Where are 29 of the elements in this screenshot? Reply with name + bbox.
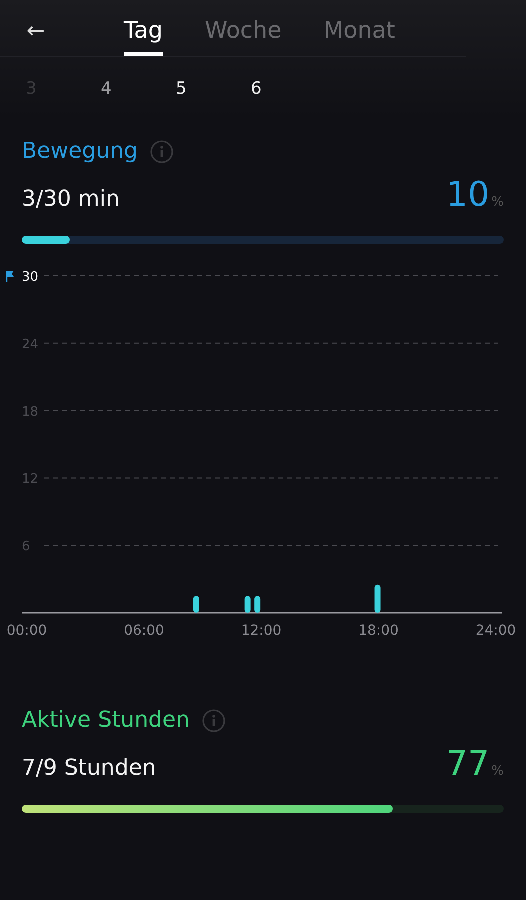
- axis-label: 12: [22, 472, 39, 488]
- percent-unit: %: [492, 195, 504, 210]
- back-button[interactable]: ←: [0, 6, 72, 56]
- activity-bar: [254, 596, 261, 613]
- axis-label: 18: [22, 404, 39, 420]
- info-icon[interactable]: [150, 140, 174, 164]
- period-tab[interactable]: Tag: [124, 10, 163, 56]
- axis-label: 06:00: [124, 623, 164, 638]
- progress-value: 3/30 min: [22, 187, 120, 212]
- activity-bar: [244, 596, 251, 613]
- progress-value: 7/9 Stunden: [22, 756, 156, 781]
- day-label[interactable]: 5: [176, 79, 251, 119]
- day-label[interactable]: 6: [251, 79, 326, 119]
- axis-label: 6: [22, 540, 30, 555]
- axis-label: 00:00: [6, 623, 48, 638]
- activity-bar: [193, 596, 200, 613]
- percent-value: 77: [446, 744, 490, 784]
- section-title: Aktive Stunden: [22, 708, 190, 733]
- axis-label: 24:00: [476, 623, 516, 638]
- section-title: Bewegung: [22, 139, 138, 164]
- axis-label: 12:00: [241, 623, 282, 638]
- info-icon[interactable]: [202, 708, 226, 732]
- activity-bar: [374, 584, 381, 613]
- percent-unit: %: [492, 764, 504, 779]
- day-label[interactable]: 4: [101, 79, 176, 119]
- axis-label: 24: [22, 337, 39, 352]
- axis-label: 18:00: [358, 623, 399, 638]
- goal-label: 30: [22, 270, 39, 285]
- percent-value: 10: [446, 175, 490, 215]
